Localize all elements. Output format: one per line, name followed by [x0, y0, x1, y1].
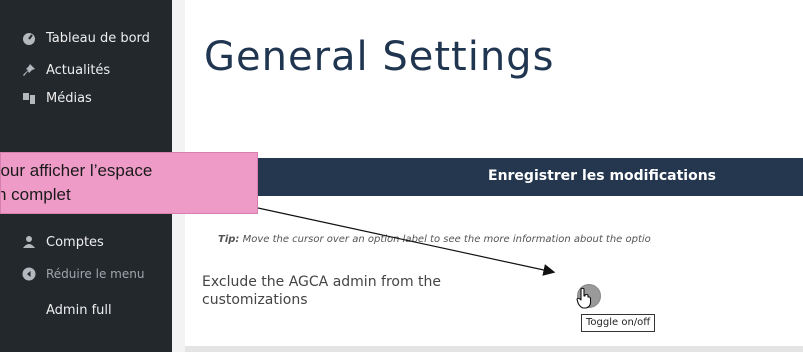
annotation-arrow — [257, 207, 556, 276]
footer-divider — [185, 346, 803, 352]
